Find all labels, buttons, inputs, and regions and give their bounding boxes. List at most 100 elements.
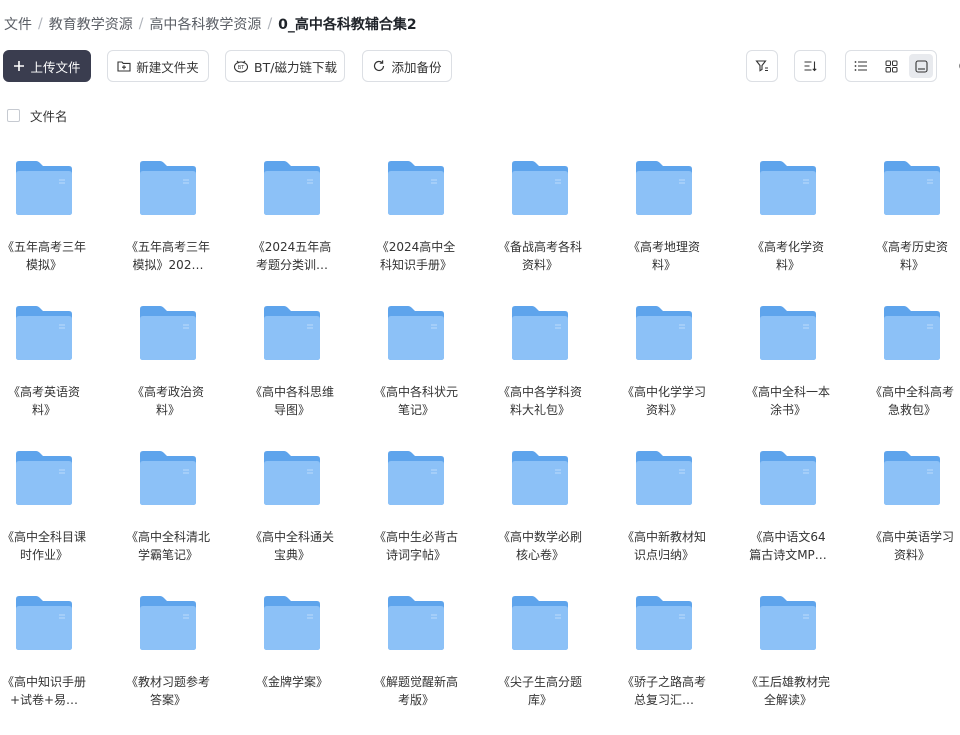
folder-item[interactable]: 《2024五年高考题分类训…	[249, 160, 373, 300]
folder-item[interactable]: 《王后雄教材完全解读》	[745, 595, 869, 735]
folder-name: 《高中各科思维导图》	[249, 385, 334, 417]
folder-name: 《尖子生高分题库》	[497, 675, 582, 707]
new-folder-button[interactable]: 新建文件夹	[107, 50, 209, 82]
upload-button[interactable]: 上传文件	[3, 50, 91, 82]
folder-icon	[760, 306, 816, 360]
folder-icon	[388, 306, 444, 360]
add-backup-button[interactable]: 添加备份	[362, 50, 452, 82]
folder-item[interactable]: 《高中各科状元笔记》	[373, 305, 497, 445]
list-icon	[854, 61, 867, 71]
folder-name: 《高中全科一本涂书》	[745, 385, 830, 417]
folder-icon	[760, 596, 816, 650]
add-backup-label: 添加备份	[391, 59, 442, 75]
folder-icon	[636, 596, 692, 650]
folder-item[interactable]: 《高中各科思维导图》	[249, 305, 373, 445]
folder-icon	[760, 161, 816, 215]
bt-download-label: BT/磁力链下载	[254, 59, 337, 75]
breadcrumb-item-highschool[interactable]: 高中各科教学资源	[149, 14, 261, 34]
breadcrumb-separator: /	[38, 16, 43, 32]
folder-icon	[636, 161, 692, 215]
folder-icon	[264, 451, 320, 505]
bt-download-button[interactable]: BT BT/磁力链下载	[225, 50, 345, 82]
folder-icon	[264, 596, 320, 650]
folder-name: 《高中语文64篇古诗文MP…	[749, 530, 827, 562]
folder-name: 《高中生必背古诗词字帖》	[373, 530, 458, 562]
folder-icon	[512, 161, 568, 215]
thumbnail-view-button[interactable]	[909, 54, 933, 78]
folder-item[interactable]: 《五年高考三年模拟》	[1, 160, 125, 300]
folder-item[interactable]: 《高考历史资料》	[869, 160, 960, 300]
list-view-button[interactable]	[849, 54, 873, 78]
folder-icon	[388, 596, 444, 650]
folder-item[interactable]: 《高中全科一本涂书》	[745, 305, 869, 445]
upload-label: 上传文件	[30, 59, 81, 75]
folder-item[interactable]: 《骄子之路高考总复习汇…	[621, 595, 745, 735]
breadcrumb: 文件 / 教育教学资源 / 高中各科教学资源 / 0_高中各科教辅合集2	[4, 14, 417, 34]
folder-icon	[264, 161, 320, 215]
grid-view-button[interactable]	[879, 54, 903, 78]
folder-item[interactable]: 《金牌学案》	[249, 595, 373, 735]
folder-item[interactable]: 《高中语文64篇古诗文MP…	[745, 450, 869, 590]
folder-icon	[884, 451, 940, 505]
folder-item[interactable]: 《高中全科目课时作业》	[1, 450, 125, 590]
folder-name: 《高中英语学习资料》	[869, 530, 954, 562]
folder-name: 《高中全科清北学霸笔记》	[125, 530, 210, 562]
select-all-checkbox[interactable]	[7, 109, 20, 122]
folder-icon	[636, 451, 692, 505]
folder-name: 《2024高中全科知识手册》	[376, 240, 456, 272]
folder-icon	[140, 306, 196, 360]
folder-item[interactable]: 《高中英语学习资料》	[869, 450, 960, 590]
view-mode-switcher	[845, 50, 937, 82]
folder-item[interactable]: 《高考化学资料》	[745, 160, 869, 300]
folder-item[interactable]: 《教材习题参考答案》	[125, 595, 249, 735]
folder-name: 《五年高考三年模拟》202…	[125, 240, 210, 272]
folder-icon	[16, 306, 72, 360]
folder-item[interactable]: 《高考政治资料》	[125, 305, 249, 445]
folder-item[interactable]: 《高中全科通关宝典》	[249, 450, 373, 590]
folder-item[interactable]: 《解题觉醒新高考版》	[373, 595, 497, 735]
folder-name: 《高中知识手册+试卷+易…	[1, 675, 86, 707]
breadcrumb-current-folder: 0_高中各科教辅合集2	[278, 17, 417, 33]
folder-name: 《王后雄教材完全解读》	[745, 675, 830, 707]
folder-name: 《高中新教材知识点归纳》	[621, 530, 706, 562]
folder-item[interactable]: 《高中数学必刷核心卷》	[497, 450, 621, 590]
breadcrumb-item-files[interactable]: 文件	[4, 14, 32, 34]
folder-item[interactable]: 《五年高考三年模拟》202…	[125, 160, 249, 300]
folder-item[interactable]: 《备战高考各科资料》	[497, 160, 621, 300]
folder-item[interactable]: 《高中全科清北学霸笔记》	[125, 450, 249, 590]
folder-icon	[512, 306, 568, 360]
breadcrumb-separator: /	[138, 16, 144, 32]
folder-item[interactable]: 《2024高中全科知识手册》	[373, 160, 497, 300]
filter-button[interactable]	[746, 50, 778, 82]
folder-item[interactable]: 《尖子生高分题库》	[497, 595, 621, 735]
grid-icon	[885, 60, 897, 72]
folder-name: 《高中各科状元笔记》	[373, 385, 458, 417]
folder-item[interactable]: 《高中生必背古诗词字帖》	[373, 450, 497, 590]
breadcrumb-separator: /	[267, 16, 273, 32]
folder-name: 《高中各学科资料大礼包》	[497, 385, 582, 417]
folder-item[interactable]: 《高中新教材知识点归纳》	[621, 450, 745, 590]
folder-name: 《高中全科高考急救包》	[869, 385, 954, 417]
folder-icon	[16, 596, 72, 650]
folder-icon	[760, 451, 816, 505]
sort-button[interactable]	[794, 50, 826, 82]
folder-name: 《骄子之路高考总复习汇…	[621, 675, 706, 707]
folder-icon	[884, 161, 940, 215]
folder-item[interactable]: 《高中全科高考急救包》	[869, 305, 960, 445]
folder-icon	[512, 451, 568, 505]
filename-column-label: 文件名	[30, 109, 68, 124]
toolbar: 上传文件 新建文件夹 BT BT/磁力链下载 添加备份	[3, 50, 960, 82]
folder-item[interactable]: 《高考地理资料》	[621, 160, 745, 300]
folder-item[interactable]: 《高中化学学习资料》	[621, 305, 745, 445]
folder-icon	[16, 161, 72, 215]
folder-item[interactable]: 《高中知识手册+试卷+易…	[1, 595, 125, 735]
folder-icon	[264, 306, 320, 360]
folder-icon	[16, 451, 72, 505]
folder-item[interactable]: 《高考英语资料》	[1, 305, 125, 445]
folder-name: 《高中全科目课时作业》	[1, 530, 86, 562]
folder-icon	[512, 596, 568, 650]
folder-name: 《教材习题参考答案》	[125, 675, 210, 707]
folder-name: 《五年高考三年模拟》	[1, 240, 86, 272]
folder-item[interactable]: 《高中各学科资料大礼包》	[497, 305, 621, 445]
breadcrumb-item-education[interactable]: 教育教学资源	[49, 14, 133, 34]
